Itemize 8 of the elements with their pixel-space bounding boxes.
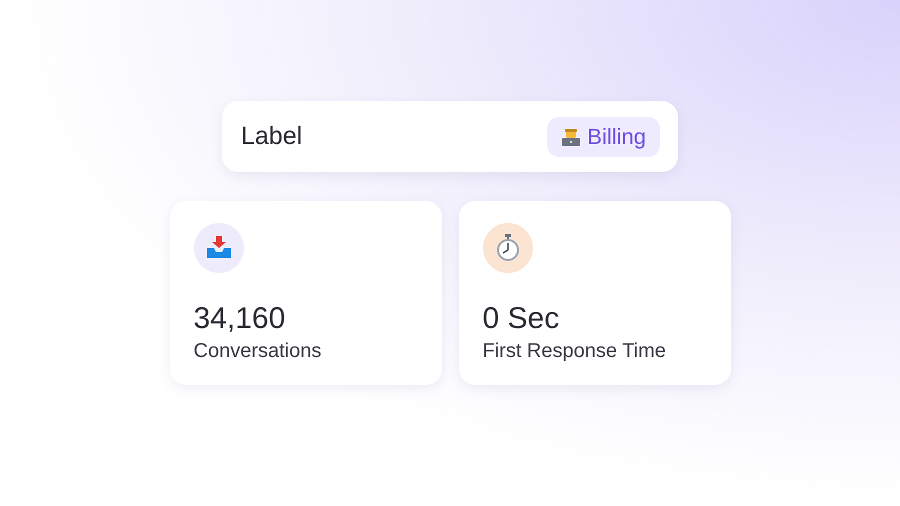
stat-value: 34,160 (194, 301, 286, 337)
stat-value: 0 Sec (482, 301, 560, 337)
stat-label: Conversations (194, 339, 322, 364)
stat-label: First Response Time (482, 339, 667, 364)
tag-label: Billing (587, 123, 646, 151)
stopwatch-icon (494, 234, 520, 262)
inbox-tray-icon (206, 236, 232, 260)
label-title: Label (241, 120, 302, 152)
